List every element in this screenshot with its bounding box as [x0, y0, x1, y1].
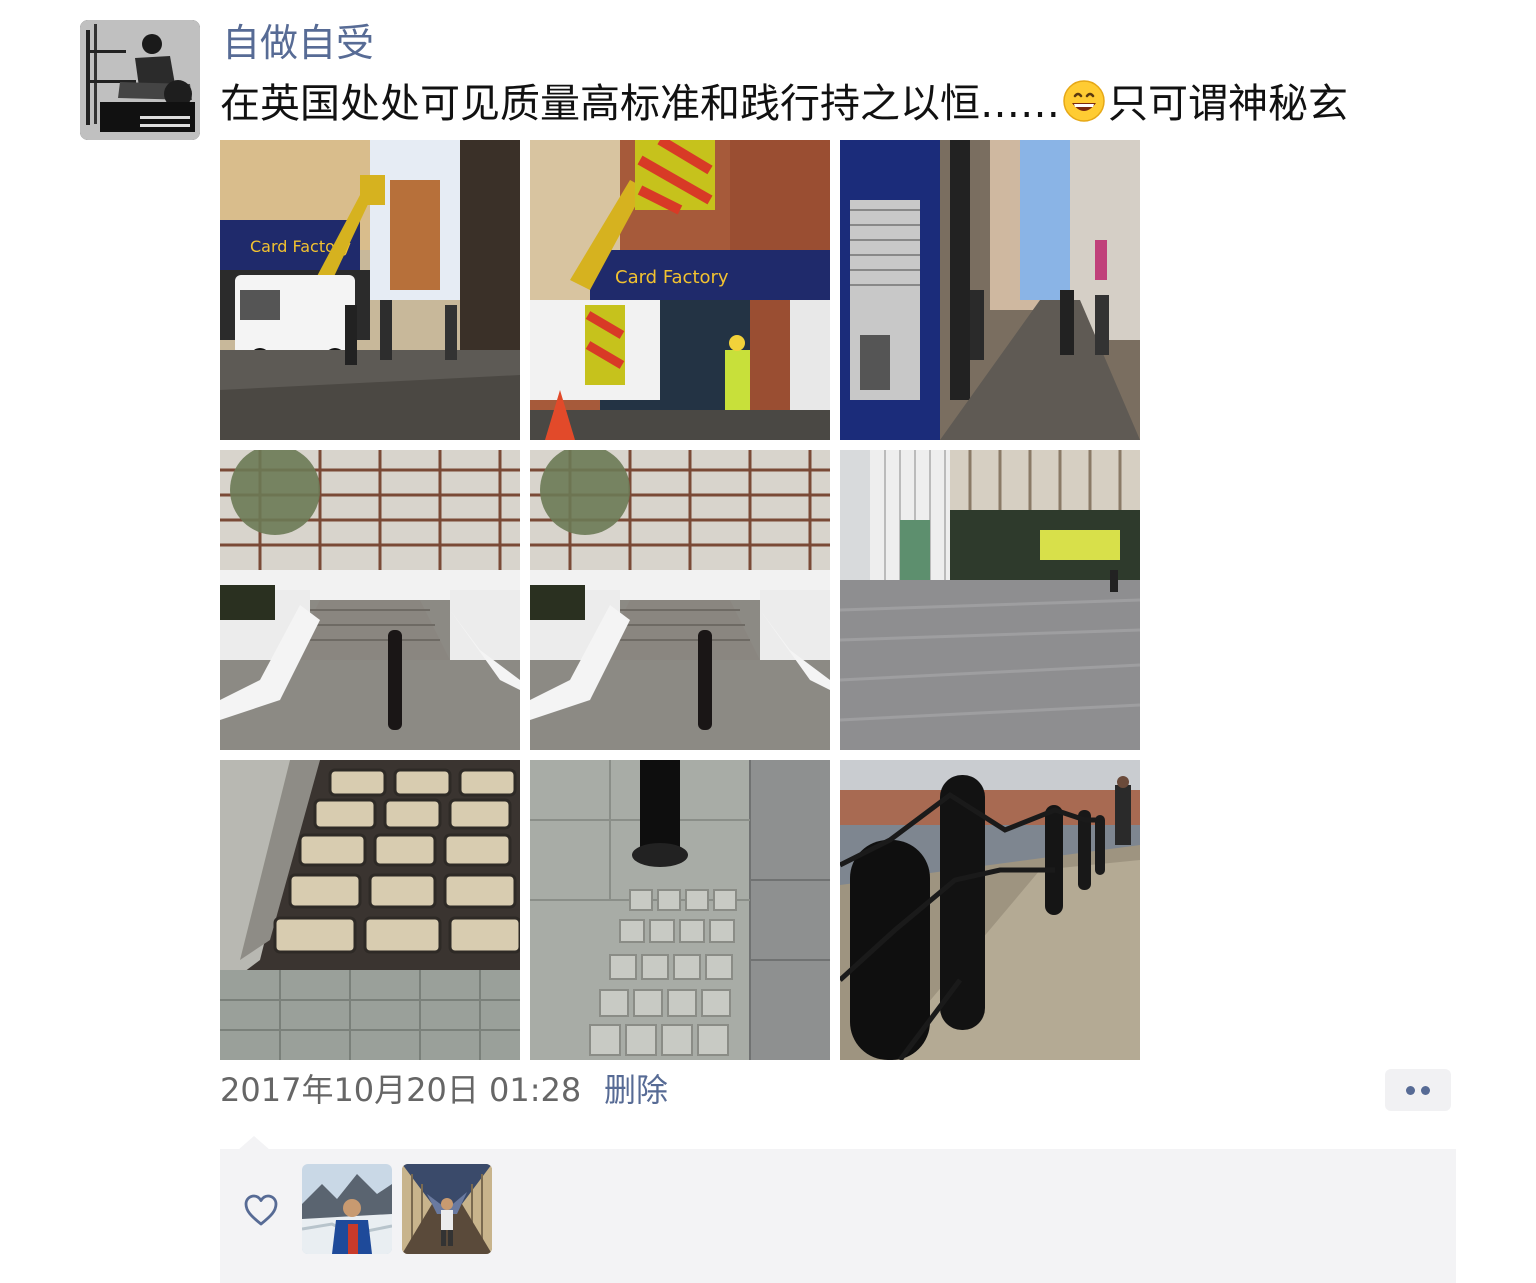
svg-text:Card Factory: Card Factory [615, 267, 729, 288]
likes-panel-pointer [238, 1136, 270, 1150]
delete-button[interactable]: 删除 [604, 1068, 668, 1112]
heart-outline-icon [244, 1194, 278, 1226]
author-avatar[interactable] [80, 20, 200, 140]
photo-6[interactable] [840, 450, 1140, 750]
photo-7[interactable] [220, 760, 520, 1060]
grinning-face-emoji-icon [1063, 80, 1105, 122]
photo-9[interactable] [840, 760, 1140, 1060]
photo-1[interactable]: Card Factory [220, 140, 520, 440]
post-timestamp: 2017年10月20日 01:28 [220, 1071, 582, 1109]
photo-2[interactable]: Card Factory [530, 140, 830, 440]
photo-8[interactable] [530, 760, 830, 1060]
photo-5[interactable] [530, 450, 830, 750]
more-dots-icon [1406, 1086, 1415, 1095]
author-name[interactable]: 自做自受 [222, 20, 374, 66]
post-text-before-emoji: 在英国处处可见质量高标准和践行持之以恒…… [220, 81, 1060, 127]
photo-4[interactable] [220, 450, 520, 750]
more-button[interactable] [1385, 1069, 1451, 1111]
more-dots-icon [1421, 1086, 1430, 1095]
likes-panel [220, 1149, 1456, 1283]
post-text-after-emoji: 只可谓神秘玄 [1108, 81, 1348, 127]
liker-avatar-2[interactable] [402, 1164, 492, 1254]
post-text: 在英国处处可见质量高标准和践行持之以恒…… 只可谓神秘玄 [220, 78, 1450, 130]
photo-3[interactable] [840, 140, 1140, 440]
liker-avatar-1[interactable] [302, 1164, 392, 1254]
